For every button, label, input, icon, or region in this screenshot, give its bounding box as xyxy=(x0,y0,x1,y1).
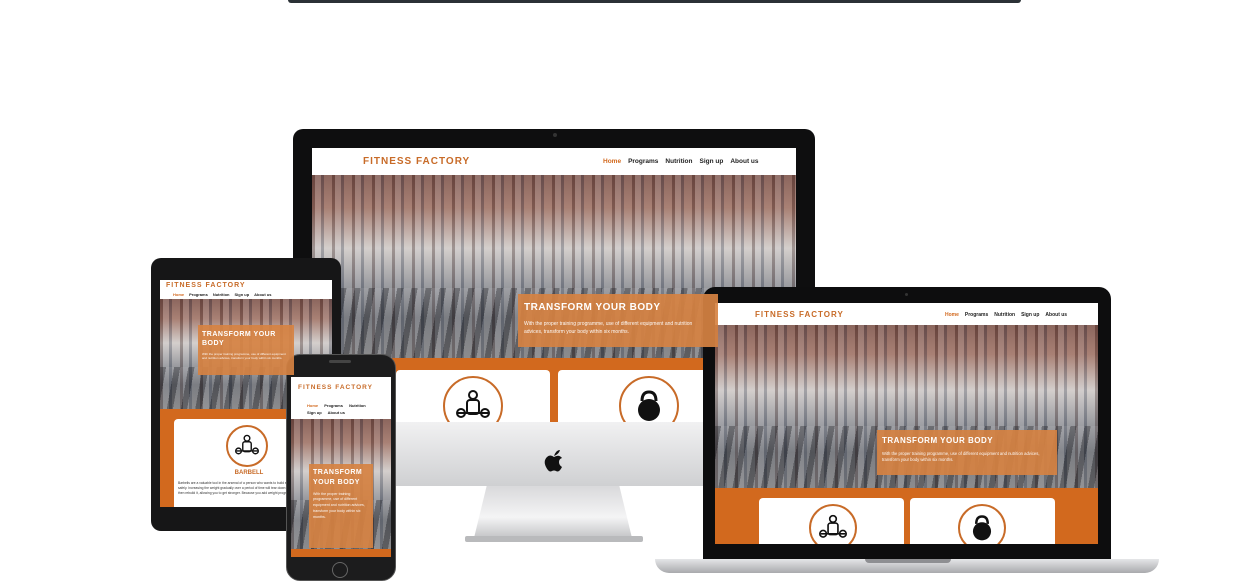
nav-signup[interactable]: Sign up xyxy=(1021,312,1039,318)
nav-programs[interactable]: Programs xyxy=(324,403,343,408)
weightlifter-icon xyxy=(819,514,847,538)
nav-home[interactable]: Home xyxy=(173,292,184,297)
nav-links: Home Programs Nutrition Sign up About us xyxy=(945,312,1067,318)
card-icon-circle xyxy=(809,504,857,544)
hero-title: TRANSFORM YOUR BODY xyxy=(202,331,276,348)
card-icon-circle xyxy=(226,425,268,467)
card-icon-circle xyxy=(443,376,503,422)
hero-text: With the proper training programme, use … xyxy=(313,491,365,519)
hero-title: TRANSFORM YOUR BODY xyxy=(313,469,363,486)
hero-text: With the proper training programme, use … xyxy=(882,451,1040,463)
nav-links: Home Programs Nutrition Sign up About us xyxy=(173,292,272,297)
brand-logo[interactable]: FITNESS FACTORY xyxy=(298,384,373,391)
hero-box: TRANSFORM YOUR BODY With the proper trai… xyxy=(518,294,718,347)
hero-title: TRANSFORM YOUR BODY xyxy=(882,436,994,445)
brand-logo[interactable]: FITNESS FACTORY xyxy=(363,156,470,167)
hero-title: TRANSFORM YOUR BODY xyxy=(524,302,661,313)
imac-foot xyxy=(465,536,643,542)
nav-nutrition[interactable]: Nutrition xyxy=(213,292,230,297)
kettlebell-icon xyxy=(972,515,992,541)
nav-about[interactable]: About us xyxy=(328,410,345,415)
laptop-camera xyxy=(905,293,908,296)
nav-links: Home Programs Nutrition Sign up About us xyxy=(603,158,759,165)
top-divider-bar xyxy=(288,0,1021,3)
laptop-navbar: FITNESS FACTORY Home Programs Nutrition … xyxy=(715,303,1098,325)
nav-about[interactable]: About us xyxy=(730,158,758,165)
phone-screen: FITNESS FACTORY Home Programs Nutrition … xyxy=(291,377,391,557)
weightlifter-icon xyxy=(456,390,490,418)
nav-nutrition[interactable]: Nutrition xyxy=(994,312,1015,318)
nav-programs[interactable]: Programs xyxy=(965,312,988,318)
imac-camera xyxy=(553,133,557,137)
tablet-navbar: FITNESS FACTORY Home Programs Nutrition … xyxy=(160,280,332,299)
hero-box: TRANSFORM YOUR BODY With the proper trai… xyxy=(309,464,373,548)
phone-speaker xyxy=(329,360,351,363)
hero-text: With the proper training programme, use … xyxy=(524,321,693,335)
nav-about[interactable]: About us xyxy=(1045,312,1067,318)
weightlifter-icon xyxy=(235,434,259,455)
nav-signup[interactable]: Sign up xyxy=(307,410,322,415)
hero-text: With the proper training programme, use … xyxy=(202,352,286,361)
brand-logo[interactable]: FITNESS FACTORY xyxy=(166,282,246,289)
nav-home[interactable]: Home xyxy=(603,158,621,165)
phone-home-button xyxy=(332,562,348,578)
nav-programs[interactable]: Programs xyxy=(189,292,208,297)
imac-navbar: FITNESS FACTORY Home Programs Nutrition … xyxy=(312,148,796,175)
brand-logo[interactable]: FITNESS FACTORY xyxy=(755,310,844,319)
kettlebell-icon xyxy=(638,390,660,421)
card-kettlebell[interactable] xyxy=(910,498,1055,544)
laptop-notch xyxy=(865,559,951,563)
nav-signup[interactable]: Sign up xyxy=(234,292,249,297)
nav-home[interactable]: Home xyxy=(307,403,318,408)
nav-signup[interactable]: Sign up xyxy=(700,158,724,165)
hero-box: TRANSFORM YOUR BODY With the proper trai… xyxy=(877,430,1057,475)
nav-programs[interactable]: Programs xyxy=(628,158,658,165)
card-icon-circle xyxy=(958,504,1006,544)
hero-box: TRANSFORM YOUR BODY With the proper trai… xyxy=(198,325,294,375)
cards-section xyxy=(291,549,391,557)
card-icon-circle xyxy=(619,376,679,422)
apple-logo-icon xyxy=(544,450,562,472)
nav-nutrition[interactable]: Nutrition xyxy=(665,158,692,165)
nav-about[interactable]: About us xyxy=(254,292,271,297)
card-kettlebell[interactable] xyxy=(558,370,712,422)
nav-nutrition[interactable]: Nutrition xyxy=(349,403,366,408)
card-barbell[interactable] xyxy=(396,370,550,422)
nav-links: Home Programs Nutrition Sign up About us xyxy=(307,402,379,416)
imac-stand xyxy=(474,486,632,538)
laptop-screen: FITNESS FACTORY Home Programs Nutrition … xyxy=(715,303,1098,544)
nav-home[interactable]: Home xyxy=(945,312,959,318)
phone-navbar: FITNESS FACTORY Home Programs Nutrition … xyxy=(291,377,391,419)
card-barbell[interactable] xyxy=(759,498,904,544)
